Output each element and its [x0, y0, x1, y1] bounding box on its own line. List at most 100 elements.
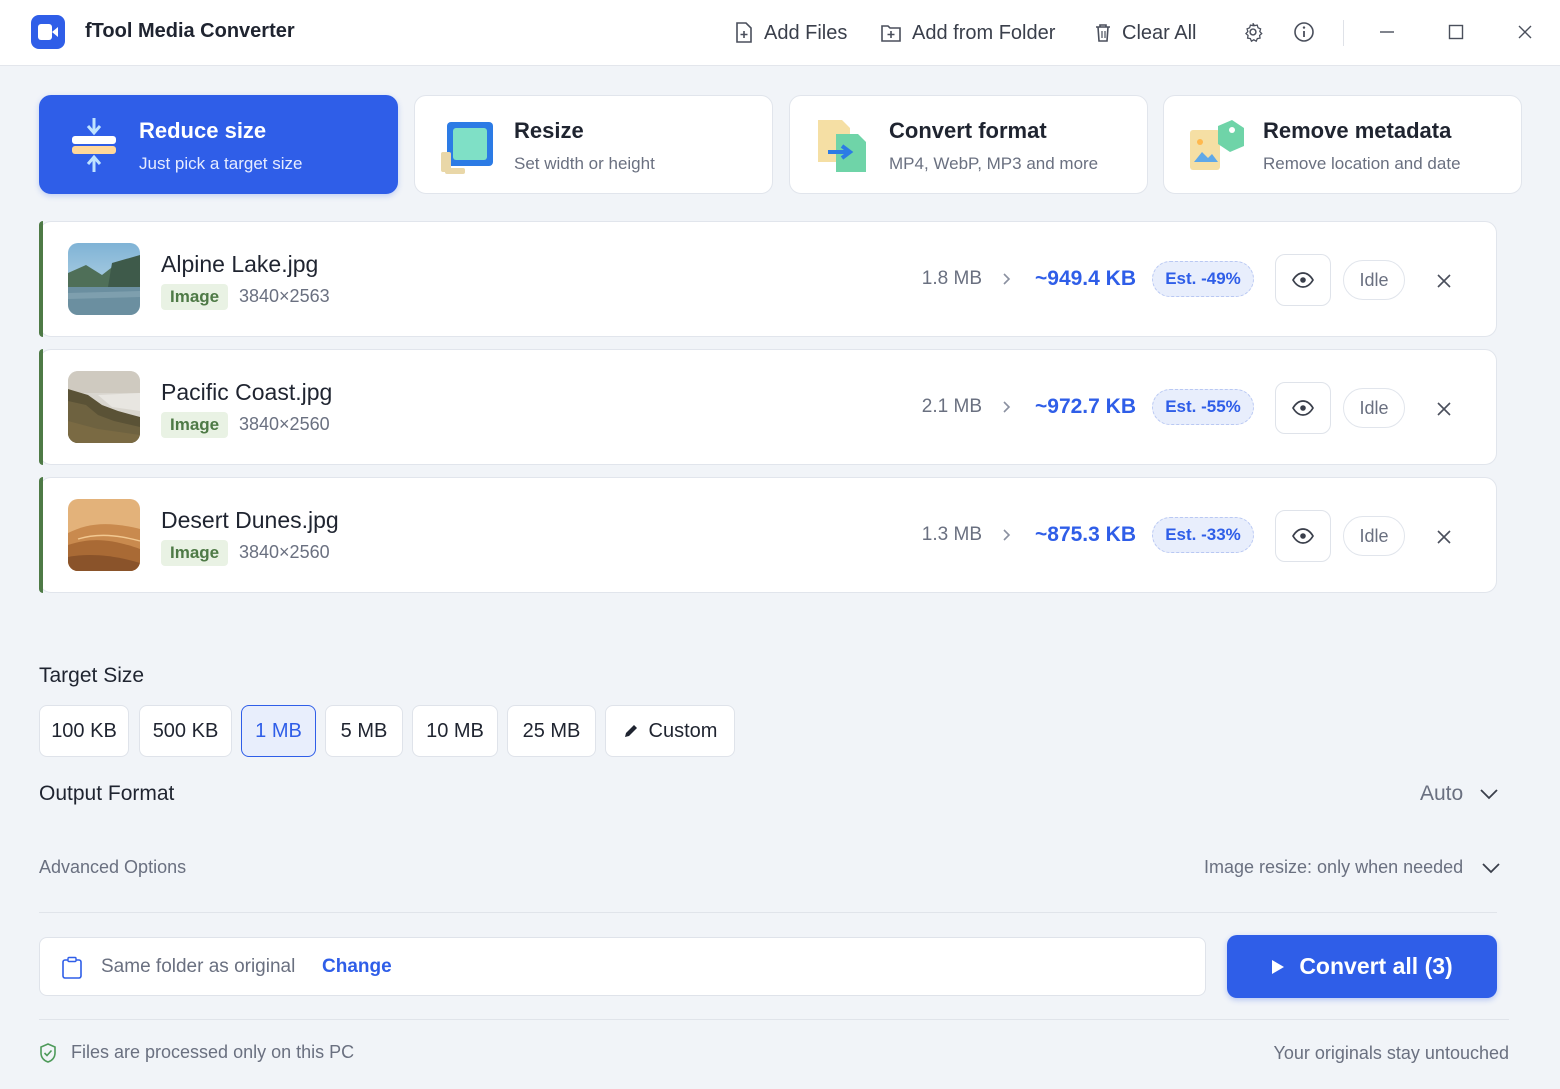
originals-note: Your originals stay untouched — [1273, 1043, 1510, 1063]
maximize-icon — [1448, 24, 1464, 40]
output-folder-field: Same folder as original Change — [39, 937, 1206, 996]
advanced-options-label: Advanced Options — [39, 857, 187, 877]
close-icon — [1437, 274, 1451, 288]
eye-icon — [1292, 272, 1314, 288]
pencil-icon — [624, 725, 637, 737]
original-size: 1.8 MB — [921, 268, 982, 289]
estimate-badge: Est. -55% — [1152, 389, 1254, 425]
size-option-custom[interactable]: Custom — [605, 705, 735, 757]
maximize-button[interactable] — [1442, 18, 1470, 46]
output-format-dropdown[interactable]: Auto — [1420, 782, 1499, 806]
size-option-100kb[interactable]: 100 KB — [39, 705, 129, 757]
clear-all-button[interactable]: Clear All — [1094, 18, 1196, 48]
mode-title: Convert format — [889, 118, 1047, 143]
target-size-label: Target Size — [39, 664, 145, 687]
chevron-down-icon — [1480, 789, 1498, 800]
thumbnail-pacific-coast — [68, 371, 140, 443]
chevron-right-icon — [1003, 529, 1011, 541]
app-title: fTool Media Converter — [85, 20, 295, 42]
settings-button[interactable] — [1239, 18, 1267, 46]
privacy-note-text: Files are processed only on this PC — [71, 1042, 355, 1062]
info-icon — [1294, 22, 1314, 42]
minimize-button[interactable] — [1373, 18, 1401, 46]
estimated-size: ~875.3 KB — [1035, 523, 1136, 546]
file-type-badge: Image — [161, 412, 229, 438]
mode-title: Resize — [514, 118, 584, 143]
convert-all-button[interactable]: Convert all (3) — [1227, 935, 1497, 998]
output-folder-text: Same folder as original — [101, 956, 296, 977]
privacy-note: Files are processed only on this PC — [39, 1042, 354, 1063]
file-row-pacific-coast: Pacific Coast.jpg Image 3840×2560 2.1 MB… — [39, 349, 1497, 465]
row-accent — [39, 349, 43, 465]
info-button[interactable] — [1290, 18, 1318, 46]
file-type-badge: Image — [161, 284, 229, 310]
custom-label: Custom — [648, 719, 718, 742]
add-files-button[interactable]: Add Files — [734, 18, 847, 48]
estimated-size: ~972.7 KB — [1035, 395, 1136, 418]
mode-resize[interactable]: Resize Set width or height — [414, 95, 773, 194]
clear-all-label: Clear All — [1122, 21, 1197, 44]
mode-subtitle: Remove location and date — [1263, 154, 1461, 173]
add-files-label: Add Files — [764, 21, 848, 44]
file-type-badge: Image — [161, 540, 229, 566]
preview-button[interactable] — [1275, 510, 1331, 562]
file-name: Pacific Coast.jpg — [161, 379, 333, 405]
section-divider — [39, 912, 1497, 913]
estimate-badge: Est. -49% — [1152, 261, 1254, 297]
eye-icon — [1292, 400, 1314, 416]
remove-file-button[interactable] — [1430, 523, 1458, 551]
original-size: 2.1 MB — [921, 396, 982, 417]
original-size: 1.3 MB — [921, 524, 982, 545]
chevron-right-icon — [1003, 273, 1011, 285]
eye-icon — [1292, 528, 1314, 544]
size-option-500kb[interactable]: 500 KB — [139, 705, 232, 757]
mode-subtitle: Just pick a target size — [139, 154, 303, 173]
size-option-10mb[interactable]: 10 MB — [412, 705, 498, 757]
toolbar-divider — [1343, 20, 1344, 46]
size-option-5mb[interactable]: 5 MB — [325, 705, 403, 757]
size-option-1mb[interactable]: 1 MB — [241, 705, 316, 757]
remove-file-button[interactable] — [1430, 395, 1458, 423]
minimize-icon — [1380, 31, 1394, 33]
shield-check-icon — [40, 1042, 56, 1063]
row-accent — [39, 221, 43, 337]
output-format-label: Output Format — [39, 782, 175, 805]
close-icon — [1437, 530, 1451, 544]
mode-title: Remove metadata — [1263, 118, 1452, 143]
mode-reduce-size[interactable]: Reduce size Just pick a target size — [39, 95, 398, 194]
title-bar: fTool Media Converter Add Files Add from… — [0, 0, 1560, 66]
preview-button[interactable] — [1275, 382, 1331, 434]
size-option-25mb[interactable]: 25 MB — [507, 705, 596, 757]
remove-file-button[interactable] — [1430, 267, 1458, 295]
close-icon — [1518, 25, 1532, 39]
convert-all-label: Convert all (3) — [1299, 953, 1453, 979]
close-icon — [1437, 402, 1451, 416]
estimated-size: ~949.4 KB — [1035, 267, 1136, 290]
compress-icon — [72, 118, 116, 172]
add-from-folder-label: Add from Folder — [912, 21, 1056, 44]
file-name: Desert Dunes.jpg — [161, 507, 339, 533]
metadata-tag-icon — [1190, 120, 1244, 170]
close-window-button[interactable] — [1511, 18, 1539, 46]
app-logo-icon — [31, 15, 65, 49]
footer-divider — [39, 1019, 1509, 1020]
preview-button[interactable] — [1275, 254, 1331, 306]
change-folder-link[interactable]: Change — [322, 956, 392, 978]
file-dimensions: 3840×2560 — [239, 542, 330, 562]
advanced-options-value: Image resize: only when needed — [1204, 857, 1464, 877]
add-from-folder-button[interactable]: Add from Folder — [880, 18, 1055, 48]
mode-convert-format[interactable]: Convert format MP4, WebP, MP3 and more — [789, 95, 1148, 194]
file-dimensions: 3840×2563 — [239, 286, 330, 306]
thumbnail-alpine-lake — [68, 243, 140, 315]
play-icon — [1272, 959, 1285, 974]
convert-file-icon — [818, 120, 866, 172]
advanced-options-dropdown[interactable]: Image resize: only when needed — [1204, 857, 1501, 878]
clipboard-icon — [62, 956, 82, 979]
mode-remove-metadata[interactable]: Remove metadata Remove location and date — [1163, 95, 1522, 194]
chevron-down-icon — [1482, 862, 1500, 873]
output-format-value: Auto — [1420, 782, 1464, 805]
mode-subtitle: Set width or height — [514, 154, 655, 173]
file-row-alpine-lake: Alpine Lake.jpg Image 3840×2563 1.8 MB ~… — [39, 221, 1497, 337]
file-dimensions: 3840×2560 — [239, 414, 330, 434]
add-folder-icon — [881, 25, 901, 42]
